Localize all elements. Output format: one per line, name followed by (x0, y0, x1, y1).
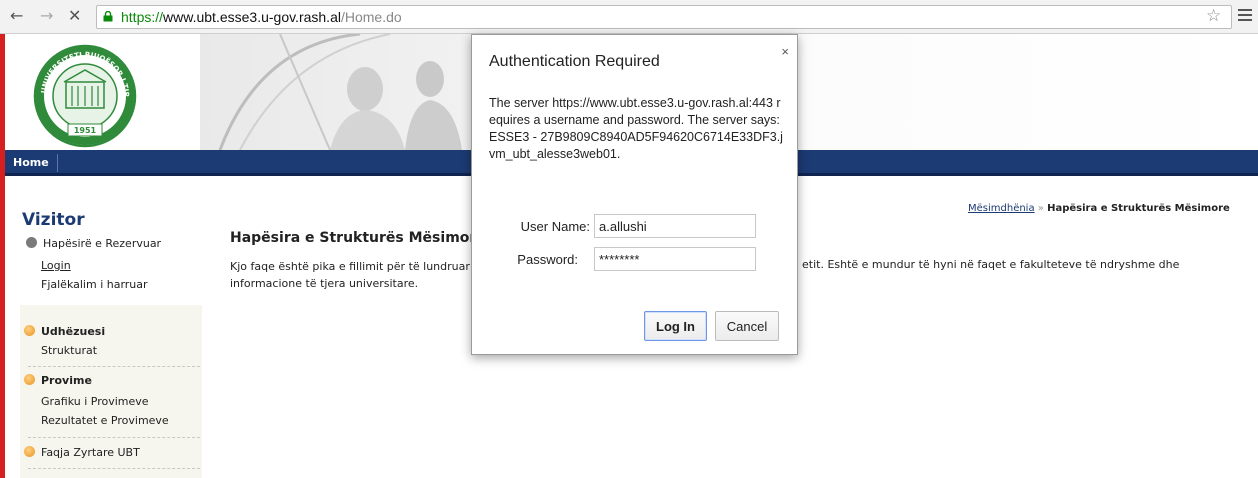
university-logo[interactable]: UNIVERSITETI BUJQËSOR I TIRANËS 1951 (17, 35, 150, 150)
bullet-icon (26, 237, 37, 248)
page-left-border (0, 34, 5, 478)
sidebar-official-page-label: Faqja Zyrtare UBT (41, 446, 140, 459)
sidebar-divider (28, 437, 200, 438)
browser-toolbar: ← → ✕ https://www.ubt.esse3.u-gov.rash.a… (0, 0, 1258, 34)
sidebar-divider (28, 468, 200, 469)
login-button[interactable]: Log In (644, 311, 707, 341)
dialog-message: The server https://www.ubt.esse3.u-gov.r… (489, 96, 783, 161)
password-label: Password: (517, 252, 578, 267)
bullet-icon (24, 374, 35, 385)
username-label: User Name: (520, 219, 590, 234)
sidebar-item-exam-results[interactable]: Rezultatet e Provimeve (41, 414, 169, 427)
forward-icon[interactable]: → (40, 8, 53, 24)
menu-icon[interactable] (1238, 9, 1252, 23)
nav-separator (57, 154, 58, 172)
sidebar-title: Vizitor (22, 210, 85, 230)
username-input[interactable] (594, 214, 756, 238)
sidebar-item-exam-chart[interactable]: Grafiku i Provimeve (41, 395, 149, 408)
logo-year: 1951 (74, 126, 97, 135)
url-host: www.ubt.esse3.u-gov.rash.al (163, 9, 341, 25)
url-scheme: https:// (121, 9, 164, 25)
sidebar-reserved-area: Hapësirë e Rezervuar (26, 237, 161, 250)
sidebar-item-forgot-password[interactable]: Fjalëkalim i harruar (41, 278, 148, 291)
password-input[interactable] (594, 247, 756, 271)
breadcrumb-separator: » (1037, 203, 1044, 214)
sidebar-item-structures[interactable]: Strukturat (41, 344, 97, 357)
breadcrumb-current: Hapësira e Strukturës Mësimore (1047, 203, 1230, 214)
bookmark-star-icon[interactable]: ☆ (1206, 8, 1221, 25)
breadcrumb: Mësimdhënia » Hapësira e Strukturës Mësi… (968, 203, 1230, 214)
back-icon[interactable]: ← (10, 8, 23, 24)
sidebar-divider (28, 366, 200, 367)
intro-text-continued: etit. Eshtë e mundur të hyni në faqet e … (802, 258, 1180, 271)
lock-icon (103, 11, 113, 22)
sidebar-section-guide[interactable]: Udhëzuesi (24, 325, 105, 338)
sidebar-item-official-page[interactable]: Faqja Zyrtare UBT (24, 446, 140, 459)
address-bar[interactable]: https://www.ubt.esse3.u-gov.rash.al/Home… (96, 5, 1232, 29)
sidebar-item-login[interactable]: Login (41, 259, 71, 272)
sidebar-reserved-label: Hapësirë e Rezervuar (43, 237, 162, 250)
bullet-icon (24, 325, 35, 336)
cancel-button[interactable]: Cancel (715, 311, 779, 341)
auth-dialog: × Authentication Required The server htt… (471, 34, 798, 355)
url-path: /Home.do (340, 9, 402, 25)
sidebar-guide-label: Udhëzuesi (41, 325, 106, 338)
sidebar-section-exams[interactable]: Provime (24, 374, 92, 387)
page-title: Hapësira e Strukturës Mësimore (230, 230, 486, 246)
bullet-icon (24, 446, 35, 457)
stop-icon[interactable]: ✕ (68, 8, 81, 24)
nav-home[interactable]: Home (13, 156, 49, 169)
sidebar-exams-label: Provime (41, 374, 92, 387)
dialog-title: Authentication Required (489, 53, 660, 70)
breadcrumb-link[interactable]: Mësimdhënia (968, 203, 1035, 214)
close-icon[interactable]: × (781, 44, 789, 59)
intro-text: Kjo faqe është pika e fillimit për të lu… (230, 260, 470, 290)
